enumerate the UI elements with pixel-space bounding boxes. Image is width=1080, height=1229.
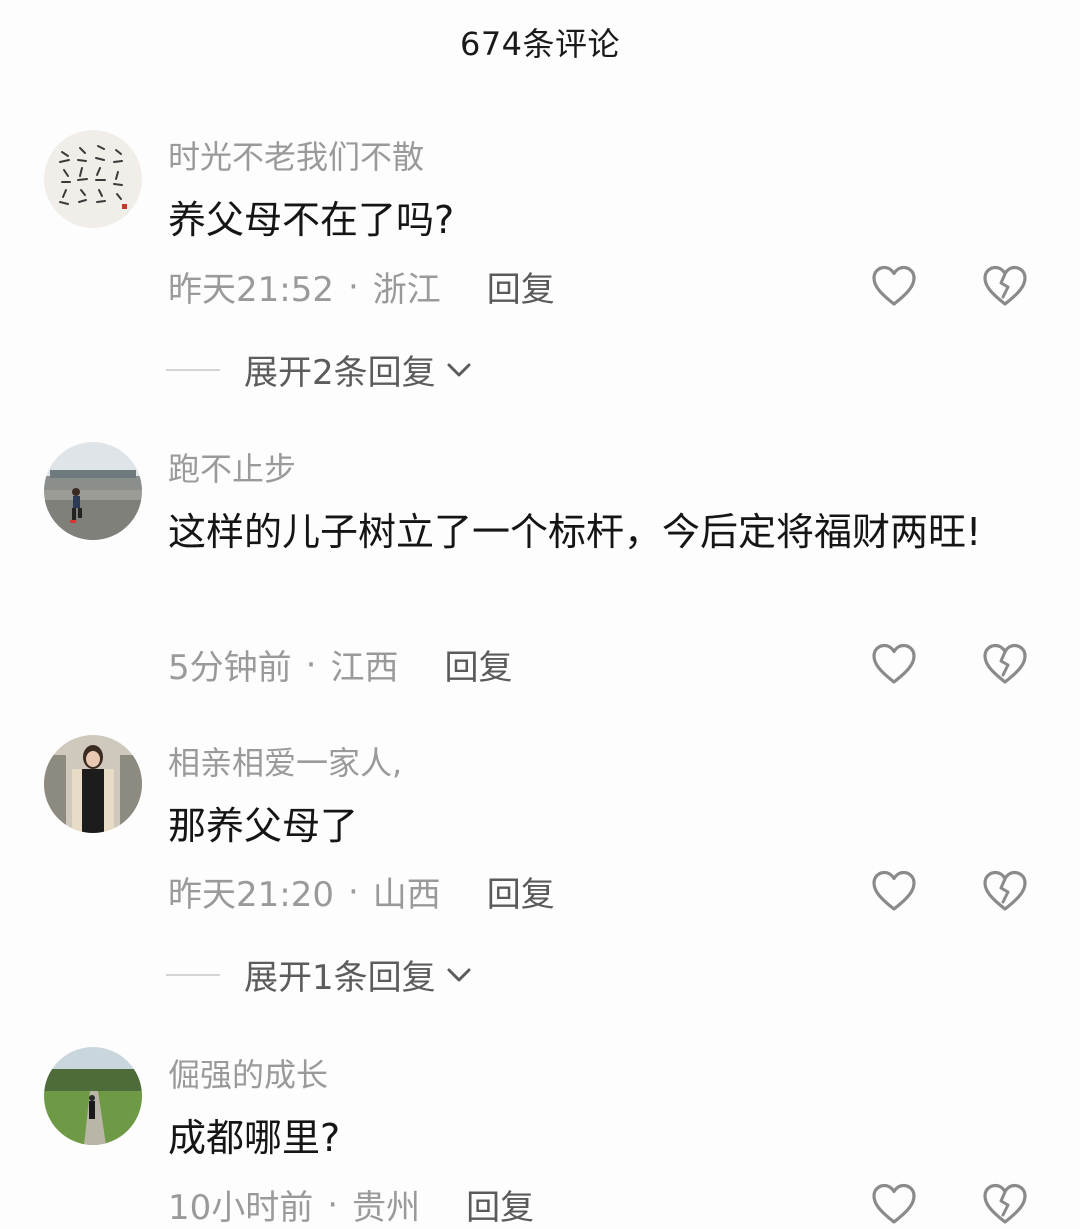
comments-header: 674条评论: [0, 0, 1080, 84]
comment-username[interactable]: 倔强的成长: [168, 1050, 328, 1096]
chevron-down-icon: [447, 968, 471, 981]
comment-location: 山西: [372, 875, 441, 915]
comment-time: 昨天21:20: [168, 875, 334, 915]
avatar[interactable]: [44, 130, 142, 228]
heart-outline-icon[interactable]: [870, 869, 918, 913]
expand-divider: [166, 368, 220, 371]
comment-text: 那养父母了: [168, 804, 359, 848]
expand-replies-label: 展开1条回复: [244, 958, 436, 998]
comment-username[interactable]: 时光不老我们不散: [168, 132, 424, 178]
expand-replies-label: 展开2条回复: [244, 353, 436, 393]
comment-meta: 昨天21:20 · 山西 回复: [168, 867, 555, 916]
comment-meta: 5分钟前 · 江西 回复: [168, 640, 512, 689]
broken-heart-icon[interactable]: [980, 264, 1030, 308]
comment-location: 贵州: [352, 1188, 421, 1228]
comment-location: 江西: [330, 648, 399, 688]
meta-separator: ·: [327, 1184, 339, 1225]
meta-separator: ·: [347, 266, 359, 307]
expand-replies-button[interactable]: 展开1条回复: [166, 950, 472, 999]
broken-heart-icon[interactable]: [980, 642, 1030, 686]
comment-text: 这样的儿子树立了一个标杆，今后定将福财两旺!: [168, 510, 982, 554]
heart-outline-icon[interactable]: [870, 264, 918, 308]
comment-meta: 昨天21:52 · 浙江 回复: [168, 262, 555, 311]
chevron-down-icon: [447, 363, 471, 376]
comment-username[interactable]: 相亲相爱一家人,: [168, 738, 402, 784]
comment-time: 10小时前: [168, 1188, 314, 1228]
comment-time: 昨天21:52: [168, 270, 334, 310]
avatar[interactable]: [44, 1047, 142, 1145]
heart-outline-icon[interactable]: [870, 642, 918, 686]
expand-replies-button[interactable]: 展开2条回复: [166, 345, 472, 394]
meta-separator: ·: [347, 871, 359, 912]
comment-text: 养父母不在了吗?: [168, 198, 455, 242]
expand-divider: [166, 973, 220, 976]
comment-meta: 10小时前 · 贵州 回复: [168, 1180, 534, 1229]
reply-button[interactable]: 回复: [487, 262, 555, 311]
comment-location: 浙江: [372, 270, 441, 310]
meta-separator: ·: [305, 644, 317, 685]
comment-username[interactable]: 跑不止步: [168, 444, 296, 490]
reply-button[interactable]: 回复: [444, 640, 512, 689]
broken-heart-icon[interactable]: [980, 1182, 1030, 1226]
reply-button[interactable]: 回复: [487, 867, 555, 916]
heart-outline-icon[interactable]: [870, 1182, 918, 1226]
comment-time: 5分钟前: [168, 648, 292, 688]
broken-heart-icon[interactable]: [980, 869, 1030, 913]
avatar[interactable]: [44, 735, 142, 833]
reply-button[interactable]: 回复: [466, 1180, 534, 1229]
comment-text: 成都哪里?: [168, 1116, 341, 1160]
comment-count-title: 674条评论: [459, 25, 621, 63]
avatar[interactable]: [44, 442, 142, 540]
